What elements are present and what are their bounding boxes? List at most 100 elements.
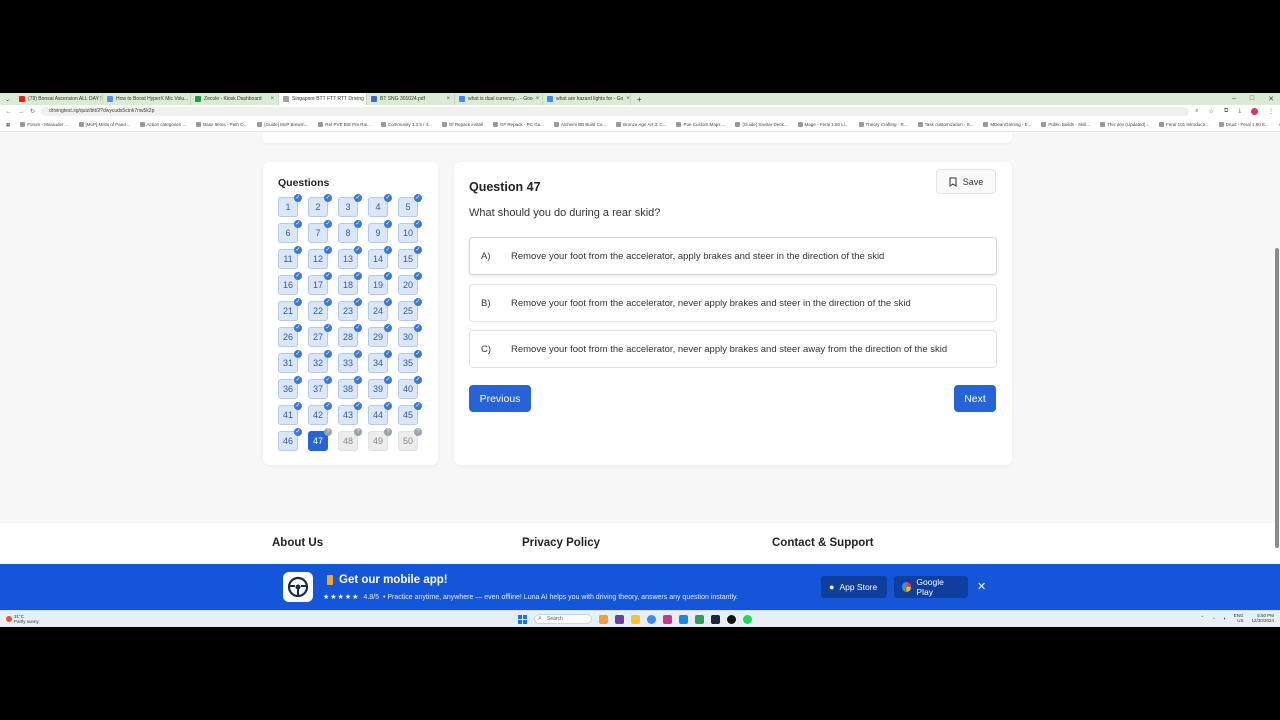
question-number-4[interactable]: 4 ✓ [368, 194, 392, 217]
app-icon[interactable] [695, 614, 704, 624]
question-number-26[interactable]: 26 ✓ [278, 324, 302, 347]
question-number-43[interactable]: 43 ✓ [338, 402, 362, 425]
bookmark-item[interactable]: Theory Crafting - R... [858, 122, 908, 127]
downloads-icon[interactable]: ⤓ [1238, 108, 1241, 115]
save-button[interactable]: Save [936, 169, 996, 194]
question-number-49[interactable]: 49? [368, 428, 392, 451]
browser-tab[interactable]: what are hazard lights for - Go × [543, 93, 632, 105]
question-number-31[interactable]: 31 ✓ [278, 350, 302, 373]
tab-list-chevron-icon[interactable]: ⌄ [0, 96, 15, 103]
question-number-18[interactable]: 18 ✓ [338, 272, 362, 295]
taskbar-search[interactable]: Search [534, 614, 592, 624]
browser-tab[interactable]: How to Boost HyperX Mic Volu...× [103, 93, 192, 105]
back-icon[interactable]: ← [6, 109, 12, 115]
question-number-36[interactable]: 36 ✓ [278, 376, 302, 399]
maximize-icon[interactable]: □ [1250, 95, 1254, 103]
bookmark-item[interactable]: Mage - Feral 1.80 Li... [797, 122, 849, 127]
bookmark-item[interactable]: Base Items - Path O... [196, 122, 247, 127]
question-number-9[interactable]: 9 ✓ [368, 220, 392, 243]
app-icon[interactable] [679, 614, 688, 624]
close-tab-icon[interactable]: × [271, 96, 275, 102]
question-number-41[interactable]: 41 ✓ [278, 402, 302, 425]
chrome-icon[interactable] [647, 614, 656, 624]
forward-icon[interactable]: → [18, 109, 24, 115]
question-number-13[interactable]: 13 ✓ [338, 246, 362, 269]
question-number-32[interactable]: 32 ✓ [308, 350, 332, 373]
zoom-icon[interactable]: ⌕ [1195, 108, 1198, 115]
question-number-19[interactable]: 19 ✓ [368, 272, 392, 295]
widgets-icon[interactable] [599, 614, 608, 624]
question-number-20[interactable]: 20 ✓ [398, 272, 422, 295]
bookmark-item[interactable]: Druid - Feral 1.80 E... [1218, 122, 1269, 127]
bookmark-item[interactable]: Public Builds - Skill... [1041, 122, 1090, 127]
network-icon[interactable]: ◔ [1212, 616, 1215, 621]
question-number-25[interactable]: 25 ✓ [398, 298, 422, 321]
question-number-14[interactable]: 14 ✓ [368, 246, 392, 269]
next-button[interactable]: Next [954, 385, 996, 412]
question-number-28[interactable]: 28 ✓ [338, 324, 362, 347]
bookmark-item[interactable]: [MoP] Mists of Pand... [78, 122, 130, 127]
browser-tab[interactable]: Singapore BTT FTT RTT Driving× [279, 93, 368, 105]
footer-contact-support[interactable]: Contact & Support [772, 537, 874, 549]
google-play-button[interactable]: Google Play [894, 576, 968, 598]
app-icon[interactable] [727, 614, 736, 624]
question-number-7[interactable]: 7 ✓ [308, 220, 332, 243]
answer-option-c[interactable]: C) Remove your foot from the accelerator… [469, 330, 997, 368]
question-number-38[interactable]: 38 ✓ [338, 376, 362, 399]
question-number-23[interactable]: 23 ✓ [338, 298, 362, 321]
browser-tab[interactable]: (79) Bonsai Ascension ALL DAY !!× [15, 93, 104, 105]
bookmark-item[interactable]: Alchemi BB Build Co... [553, 122, 606, 127]
question-number-42[interactable]: 42 ✓ [308, 402, 332, 425]
file-explorer-icon[interactable] [631, 614, 640, 624]
question-number-1[interactable]: 1 ✓ [278, 194, 302, 217]
question-number-35[interactable]: 35 ✓ [398, 350, 422, 373]
language-indicator[interactable]: ENG US [1234, 613, 1244, 623]
menu-dots-icon[interactable]: ⋮ [1268, 108, 1274, 115]
bookmark-item[interactable]: [Guide] MoP Brewm... [257, 122, 308, 127]
bookmark-item[interactable]: Feral 101 Introducti... [1159, 122, 1209, 127]
reload-icon[interactable]: ↻ [30, 108, 35, 115]
question-number-34[interactable]: 34 ✓ [368, 350, 392, 373]
question-number-29[interactable]: 29 ✓ [368, 324, 392, 347]
bookmark-item[interactable]: Community 3.3.5 / 4... [380, 122, 432, 127]
question-number-2[interactable]: 2 ✓ [308, 194, 332, 217]
question-number-5[interactable]: 5 ✓ [398, 194, 422, 217]
bookmark-item[interactable]: Forum - Marauder ... [20, 122, 69, 127]
page-scrollbar[interactable] [1275, 133, 1279, 610]
bookmark-item[interactable]: This dev (Updated)... [1100, 122, 1149, 127]
browser-tab[interactable]: what is dual currency... - Goo × [455, 93, 544, 105]
close-banner-button[interactable]: ✕ [977, 580, 986, 593]
windows-start-icon[interactable] [518, 614, 527, 624]
question-number-40[interactable]: 40 ✓ [398, 376, 422, 399]
question-number-33[interactable]: 33 ✓ [338, 350, 362, 373]
answer-option-a[interactable]: A) Remove your foot from the accelerator… [469, 237, 997, 275]
question-number-27[interactable]: 27 ✓ [308, 324, 332, 347]
scrollbar-thumb[interactable] [1275, 248, 1279, 548]
bookmark-item[interactable]: Bronze Age Art 3: C... [616, 122, 666, 127]
bookmark-item[interactable]: Action categories ... [139, 122, 186, 127]
bookmark-item[interactable]: [Guide] Savitar Deck... [735, 122, 788, 127]
spotify-icon[interactable] [743, 614, 752, 624]
question-number-22[interactable]: 22 ✓ [308, 298, 332, 321]
profile-avatar[interactable] [1251, 108, 1258, 115]
app-icon[interactable] [615, 614, 624, 624]
browser-tab[interactable]: Zecole - Kiosk Dashboard × [191, 93, 280, 105]
steam-icon[interactable] [711, 614, 720, 624]
previous-button[interactable]: Previous [469, 385, 531, 412]
question-number-3[interactable]: 3 ✓ [338, 194, 362, 217]
question-number-46[interactable]: 46 ✓ [278, 428, 302, 451]
clock[interactable]: 5:50 PM 12/30/2024 [1251, 613, 1274, 623]
app-store-button[interactable]: ● App Store [821, 576, 887, 598]
question-number-47[interactable]: 47? [308, 428, 332, 451]
close-tab-icon[interactable]: × [536, 96, 540, 102]
question-number-17[interactable]: 17 ✓ [308, 272, 332, 295]
question-number-8[interactable]: 8 ✓ [338, 220, 362, 243]
answer-option-b[interactable]: B) Remove your foot from the accelerator… [469, 284, 997, 322]
bookmark-item[interactable]: MDeanGaming - E... [983, 122, 1031, 127]
weather-widget[interactable]: 31°C Partly sunny [6, 614, 39, 624]
footer-privacy-policy[interactable]: Privacy Policy [522, 537, 600, 549]
question-number-48[interactable]: 48? [338, 428, 362, 451]
close-tab-icon[interactable]: × [447, 96, 451, 102]
close-window-icon[interactable]: ✕ [1268, 95, 1274, 103]
question-number-6[interactable]: 6 ✓ [278, 220, 302, 243]
